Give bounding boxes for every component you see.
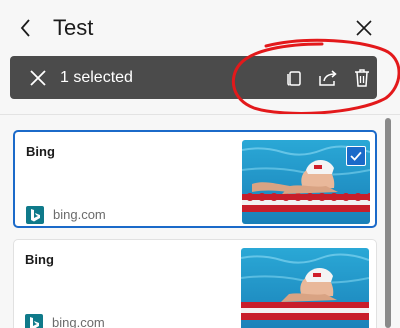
item-thumbnail	[242, 140, 370, 224]
item-title: Bing	[26, 144, 55, 159]
item-title: Bing	[25, 252, 54, 267]
item-thumbnail	[241, 248, 369, 328]
swimmer-image	[241, 248, 369, 328]
item-source: bing.com	[52, 315, 105, 328]
checkmark-icon[interactable]	[346, 146, 366, 166]
back-icon[interactable]	[18, 17, 34, 39]
item-source: bing.com	[53, 207, 106, 222]
bing-logo-icon	[26, 206, 44, 224]
page-title: Test	[53, 15, 94, 40]
share-icon[interactable]	[316, 66, 340, 90]
collection-item-list: Bing bing.com Bing bing.com	[0, 115, 400, 328]
list-item[interactable]: Bing bing.com	[13, 239, 377, 328]
list-item[interactable]: Bing bing.com	[13, 130, 377, 228]
delete-icon[interactable]	[350, 66, 374, 90]
pane-header: Test	[0, 0, 400, 56]
clear-selection-icon[interactable]	[28, 68, 48, 88]
selection-toolbar: 1 selected	[10, 56, 377, 99]
close-icon[interactable]	[354, 18, 374, 38]
bing-logo-icon	[25, 314, 43, 328]
copy-icon[interactable]	[282, 66, 306, 90]
selection-count-label: 1 selected	[60, 69, 133, 86]
scrollbar-thumb[interactable]	[385, 118, 391, 328]
